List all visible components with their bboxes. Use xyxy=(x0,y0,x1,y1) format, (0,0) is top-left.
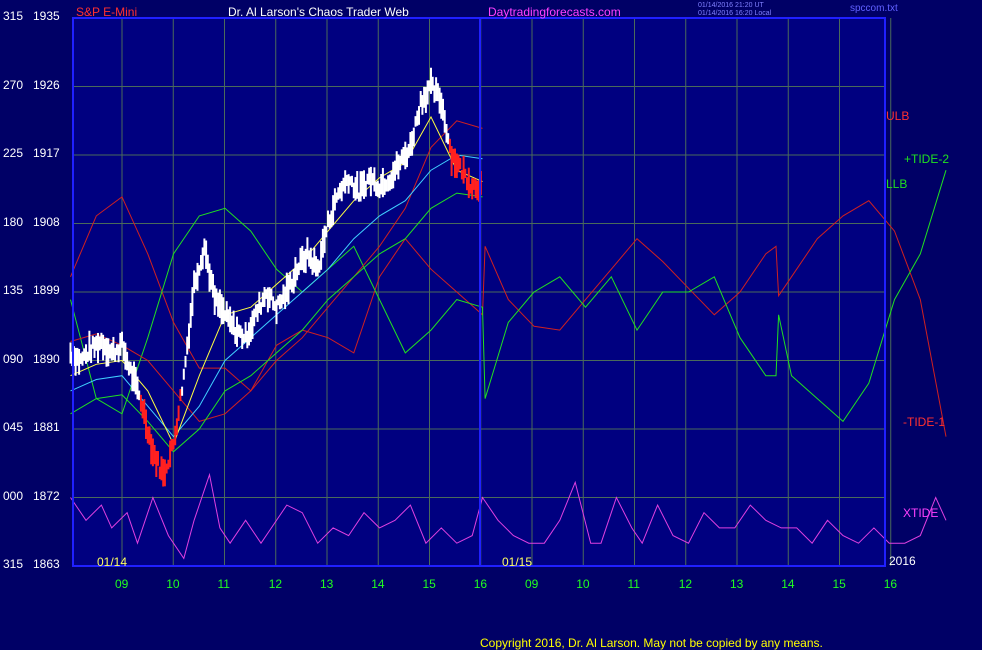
x-tick-label: 09 xyxy=(525,577,539,591)
y-label-tide: 270 xyxy=(3,77,24,92)
y-label-price: 1881 xyxy=(33,420,60,434)
y-label-price: 1863 xyxy=(33,557,60,571)
tide2-label: +TIDE-2 xyxy=(904,152,950,166)
xtide-label: XTIDE xyxy=(903,506,939,520)
y-label-tide: 180 xyxy=(3,214,24,229)
y-label-price: 1926 xyxy=(33,77,60,92)
x-tick-label: 11 xyxy=(627,577,640,591)
y-label-tide: 045 xyxy=(3,420,24,434)
x-tick-label: 12 xyxy=(678,577,693,591)
x-tick-label: 14 xyxy=(781,577,795,591)
y-label-price: 1917 xyxy=(33,146,60,160)
x-tick-label: 10 xyxy=(576,577,590,591)
site-label: Daytradingforecasts.com xyxy=(488,5,621,19)
copyright: Copyright 2016, Dr. Al Larson. May not b… xyxy=(480,636,823,650)
y-label-tide: 090 xyxy=(3,351,24,366)
chart-title: Dr. Al Larson's Chaos Trader Web xyxy=(228,5,409,19)
y-label-price: 1899 xyxy=(33,283,60,297)
date-label-2: 01/15 xyxy=(502,555,533,569)
y-label-tide: 225 xyxy=(3,146,24,160)
x-tick-label: 11 xyxy=(217,577,230,591)
y-label-price: 1872 xyxy=(33,488,60,503)
timestamp-ut: 01/14/2016 21:20 UT xyxy=(698,2,764,9)
timestamp-local: 01/14/2016 16:20 Local xyxy=(698,10,772,17)
y-label-tide: 315 xyxy=(3,9,24,23)
x-tick-label: 16 xyxy=(883,577,898,591)
date-label-1: 01/14 xyxy=(97,555,128,569)
llb-label: LLB xyxy=(886,177,908,191)
y-label-tide: 315 xyxy=(3,557,24,571)
symbol-label: S&P E-Mini xyxy=(76,5,138,19)
x-tick-label: 14 xyxy=(371,577,385,591)
year-label: 2016 xyxy=(889,554,916,568)
y-label-price: 1908 xyxy=(33,214,60,229)
y-label-price: 1890 xyxy=(33,351,60,366)
file-label: spccom.txt xyxy=(850,3,898,14)
y-label-tide: 135 xyxy=(3,283,24,297)
y-label-tide: 000 xyxy=(3,488,24,503)
x-tick-label: 13 xyxy=(320,577,334,591)
y-label-price: 1935 xyxy=(33,9,60,23)
x-tick-label: 15 xyxy=(422,577,436,591)
x-tick-label: 13 xyxy=(730,577,744,591)
x-tick-label: 10 xyxy=(166,577,180,591)
x-tick-label: 16 xyxy=(473,577,488,591)
x-tick-label: 12 xyxy=(268,577,283,591)
chart xyxy=(69,17,947,567)
tide1-label: -TIDE-1 xyxy=(903,415,945,429)
x-tick-label: 15 xyxy=(832,577,846,591)
ulb-label: ULB xyxy=(886,109,910,123)
x-tick-label: 09 xyxy=(115,577,129,591)
